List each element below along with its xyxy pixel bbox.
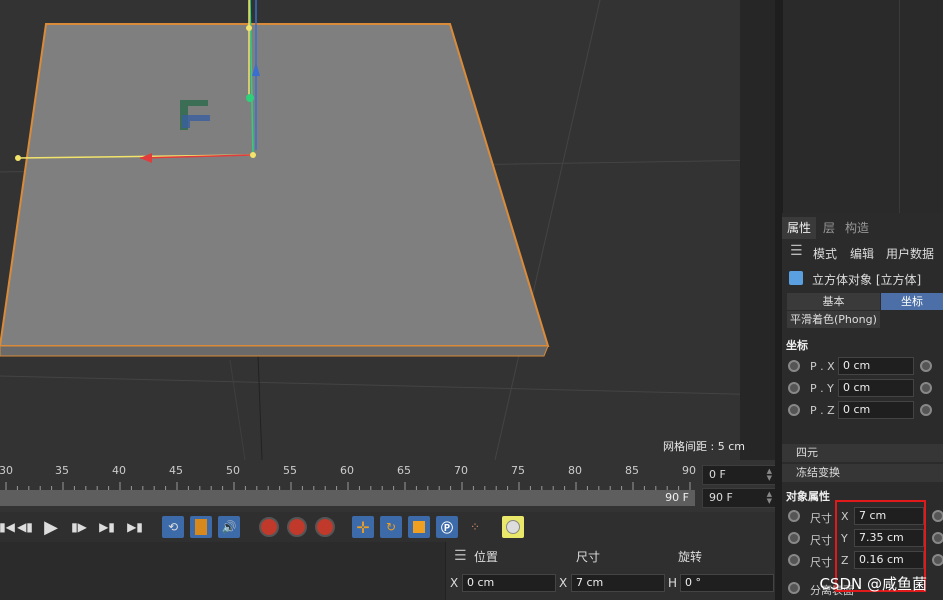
timeline[interactable]: 30 35 40 45 50 55 60 65 70 75 80 85 90 9…	[0, 460, 776, 512]
keyframe-radio[interactable]	[920, 382, 932, 394]
subtab-phong[interactable]: 平滑着色(Phong)	[787, 311, 880, 328]
object-manager[interactable]	[782, 0, 943, 213]
coord-label: P . Y	[810, 382, 834, 395]
ruler-label: 30	[0, 464, 13, 477]
rot-h-field[interactable]: 0 °	[680, 574, 774, 592]
grid-spacing-label: 网格间距 : 5 cm	[663, 440, 745, 453]
cube-plane-side	[0, 345, 549, 357]
pos-x-label: X	[450, 576, 459, 590]
coord-header-rotation: 旋转	[678, 550, 703, 564]
keyframe-settings-icon[interactable]	[314, 516, 336, 538]
loop-icon[interactable]: ⟲	[162, 516, 184, 538]
ruler-label: 80	[568, 464, 582, 477]
menu-userdata[interactable]: 用户数据	[886, 245, 934, 262]
cube-plane-top	[0, 23, 550, 347]
keyframe-radio[interactable]	[788, 382, 800, 394]
size-label: 尺寸	[810, 512, 832, 525]
size-x-label: X	[559, 576, 568, 590]
record-key-icon[interactable]	[258, 516, 280, 538]
keyframe-radio[interactable]	[932, 554, 943, 566]
viewport-3d[interactable]: 网格间距 : 5 cm	[0, 0, 775, 460]
motion-path-icon[interactable]	[502, 516, 524, 538]
subtab-basic[interactable]: 基本	[787, 293, 880, 310]
pos-x-field[interactable]: 0 cm	[462, 574, 556, 592]
keyframe-radio[interactable]	[788, 554, 800, 566]
film-icon[interactable]	[190, 516, 212, 538]
scale-key-icon[interactable]	[408, 516, 430, 538]
ruler-label: 75	[511, 464, 525, 477]
ruler-label: 70	[454, 464, 468, 477]
pos-y-input[interactable]: 0 cm	[838, 379, 914, 397]
coord-header-position: 位置	[474, 550, 499, 564]
keyframe-radio[interactable]	[788, 532, 800, 544]
keyframe-radio[interactable]	[932, 532, 943, 544]
ruler-label: 90	[682, 464, 696, 477]
ruler-label: 85	[625, 464, 639, 477]
subtab-coord[interactable]: 坐标	[881, 293, 943, 310]
pos-x-input[interactable]: 0 cm	[838, 357, 914, 375]
current-frame-field[interactable]: 0 F ▲ ▼	[702, 465, 776, 485]
coordinate-manager: ☰ 位置 尺寸 旋转 X 0 cm X 7 cm H 0 °	[445, 542, 775, 600]
keyframe-radio[interactable]	[920, 360, 932, 372]
coord-label: P . X	[810, 360, 835, 373]
ruler-label: 55	[283, 464, 297, 477]
ruler-label: 50	[226, 464, 240, 477]
keyframe-radio[interactable]	[932, 510, 943, 522]
tab-structure[interactable]: 构造	[840, 217, 874, 239]
menu-icon[interactable]: ☰	[454, 548, 467, 564]
rotate-key-icon[interactable]: ↻	[380, 516, 402, 538]
tab-layers[interactable]: 层	[818, 217, 840, 239]
size-label: 尺寸	[810, 556, 832, 569]
sound-icon[interactable]: 🔊	[218, 516, 240, 538]
autokey-icon[interactable]	[286, 516, 308, 538]
cube-icon	[789, 271, 803, 285]
coord-label: P . Z	[810, 404, 835, 417]
object-title: 立方体对象 [立方体]	[812, 273, 922, 287]
ruler-label: 35	[55, 464, 69, 477]
timeline-range-bar[interactable]: 90 F	[0, 490, 695, 506]
menu-edit[interactable]: 编辑	[850, 245, 874, 262]
hamburger-icon[interactable]: ☰	[790, 243, 803, 259]
last-frame-icon[interactable]: ▶▮	[124, 516, 146, 538]
keyframe-radio[interactable]	[788, 404, 800, 416]
keyframe-radio[interactable]	[788, 510, 800, 522]
tab-attributes[interactable]: 属性	[782, 217, 817, 239]
keyframe-radio[interactable]	[788, 582, 800, 594]
end-frame-field[interactable]: 90 F ▲ ▼	[702, 488, 776, 508]
rot-h-label: H	[668, 576, 678, 590]
ruler-label: 45	[169, 464, 183, 477]
coord-section-title: 坐标	[786, 339, 808, 352]
pos-z-input[interactable]: 0 cm	[838, 401, 914, 419]
viewport-scene	[0, 0, 775, 460]
move-key-icon[interactable]: ✛	[352, 516, 374, 538]
object-properties-title: 对象属性	[786, 490, 830, 503]
transport-toolbar: ▮◀ ◀▮ ▶ ▮▶ ▶▮ ▶▮ ⟲ 🔊 ✛ ↻ Ⓟ ⁘	[0, 512, 775, 542]
viewport-edge	[740, 0, 775, 460]
coord-header-size: 尺寸	[576, 550, 601, 564]
fold-freeze-transform[interactable]: 冻结变换	[782, 464, 943, 482]
ruler-label: 60	[340, 464, 354, 477]
fold-quaternion[interactable]: 四元	[782, 444, 943, 462]
ruler-label: 65	[397, 464, 411, 477]
prev-key-icon[interactable]: ◀▮	[14, 516, 36, 538]
range-end-label: 90 F	[665, 491, 689, 504]
keyframe-radio[interactable]	[788, 360, 800, 372]
next-frame-icon[interactable]: ▶▮	[96, 516, 118, 538]
next-key-icon[interactable]: ▮▶	[68, 516, 90, 538]
size-x-field[interactable]: 7 cm	[571, 574, 665, 592]
size-label: 尺寸	[810, 534, 832, 547]
param-key-icon[interactable]: Ⓟ	[436, 516, 458, 538]
watermark: CSDN @咸鱼菌	[819, 575, 927, 593]
timeline-ticks	[5, 482, 691, 490]
point-level-icon[interactable]: ⁘	[464, 516, 486, 538]
menu-mode[interactable]: 模式	[813, 245, 837, 262]
panel-separator	[775, 0, 782, 600]
play-icon[interactable]: ▶	[40, 516, 62, 538]
keyframe-radio[interactable]	[920, 404, 932, 416]
ruler-label: 40	[112, 464, 126, 477]
